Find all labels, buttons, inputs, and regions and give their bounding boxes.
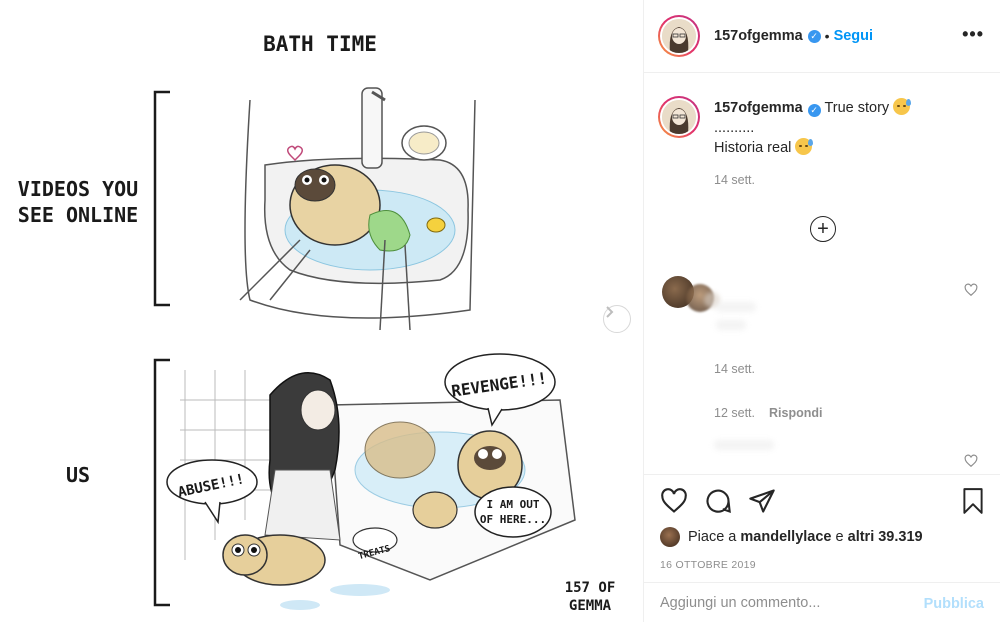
verified-badge-icon: ✓: [807, 104, 821, 117]
bubble-out-line1: I AM OUT: [487, 498, 540, 511]
caption-username[interactable]: 157ofgemma: [714, 100, 803, 116]
reply-time[interactable]: 12 sett.: [714, 406, 755, 420]
commenter-avatar[interactable]: [662, 276, 722, 312]
caption-line2: ..........: [714, 120, 755, 136]
add-comment-bar: Pubblica: [644, 582, 1000, 622]
comic-title: BATH TIME: [263, 32, 377, 56]
bookmark-save-icon[interactable]: [960, 487, 986, 515]
post-header: 157ofgemma ✓ • Segui •••: [644, 0, 1000, 73]
reply-row: 12 sett. Rispondi: [714, 404, 822, 422]
like-comment-heart-icon[interactable]: [964, 283, 978, 297]
post-sidebar: 157ofgemma ✓ • Segui ••• 157ofgemma ✓ Tru…: [644, 0, 1000, 622]
comic-illustration: BATH TIME VIDEOS YOU SEE ONLINE US TREAT…: [18, 32, 616, 614]
label-videos-line2: SEE ONLINE: [18, 203, 138, 227]
sink-scene: [239, 87, 476, 331]
likes-summary: Piace a mandellylace e altri 39.319: [660, 527, 923, 547]
blurred-comment-text: [716, 320, 746, 330]
share-send-icon[interactable]: [748, 487, 776, 515]
caption-time[interactable]: 14 sett.: [714, 170, 984, 190]
chevron-right-icon: [606, 306, 614, 318]
reply-button[interactable]: Rispondi: [769, 406, 822, 420]
likes-prefix: Piace a: [688, 529, 737, 545]
author-username[interactable]: 157ofgemma: [714, 28, 803, 44]
blurred-comment-text: [716, 302, 756, 312]
load-more-comments-button[interactable]: +: [810, 216, 836, 242]
comment-icon[interactable]: [704, 487, 732, 515]
blurred-comment-text: [714, 440, 774, 450]
comment-input[interactable]: [660, 595, 910, 611]
signature-line1: 157 OF: [565, 580, 616, 596]
post-actions: Piace a mandellylace e altri 39.319 16 O…: [644, 474, 1000, 622]
more-options-button[interactable]: •••: [962, 24, 984, 45]
caption-text: 157ofgemma ✓ True story .......... Histor…: [714, 98, 984, 190]
follow-button[interactable]: Segui: [834, 28, 873, 44]
sweat-emoji-icon: [795, 138, 814, 155]
comment-time[interactable]: 14 sett.: [714, 362, 755, 376]
likes-and: e: [835, 529, 844, 545]
next-slide-button[interactable]: [603, 305, 631, 333]
sweat-emoji-icon: [893, 98, 912, 115]
caption-line1: True story: [824, 100, 890, 116]
bracket-top: [153, 90, 170, 307]
signature-line2: GEMMA: [569, 598, 612, 614]
author-avatar[interactable]: [658, 15, 700, 57]
bubble-out-line2: OF HERE...: [480, 513, 546, 526]
like-comment-heart-icon[interactable]: [964, 454, 978, 468]
label-videos-line1: VIDEOS YOU: [18, 177, 138, 201]
caption-avatar[interactable]: [658, 96, 700, 138]
bathroom-scene: TREATS ABUSE!!! REVENGE!!! I AM OUT OF H…: [166, 353, 616, 614]
likes-count[interactable]: altri 39.319: [848, 529, 923, 545]
verified-badge-icon: ✓: [807, 29, 821, 43]
liker-avatar[interactable]: [660, 527, 680, 547]
caption-line3: Historia real: [714, 140, 792, 156]
label-us: US: [66, 463, 90, 487]
separator-dot: •: [824, 28, 830, 44]
post-image[interactable]: BATH TIME VIDEOS YOU SEE ONLINE US TREAT…: [0, 0, 643, 622]
action-icons: [660, 487, 986, 515]
liker-username[interactable]: mandellylace: [740, 529, 831, 545]
like-heart-icon[interactable]: [660, 487, 688, 515]
comments-section: 157ofgemma ✓ True story .......... Histor…: [644, 74, 1000, 474]
author-avatar-image: [662, 19, 696, 53]
post-date[interactable]: 16 OTTOBRE 2019: [660, 559, 756, 571]
publish-button[interactable]: Pubblica: [924, 596, 984, 612]
